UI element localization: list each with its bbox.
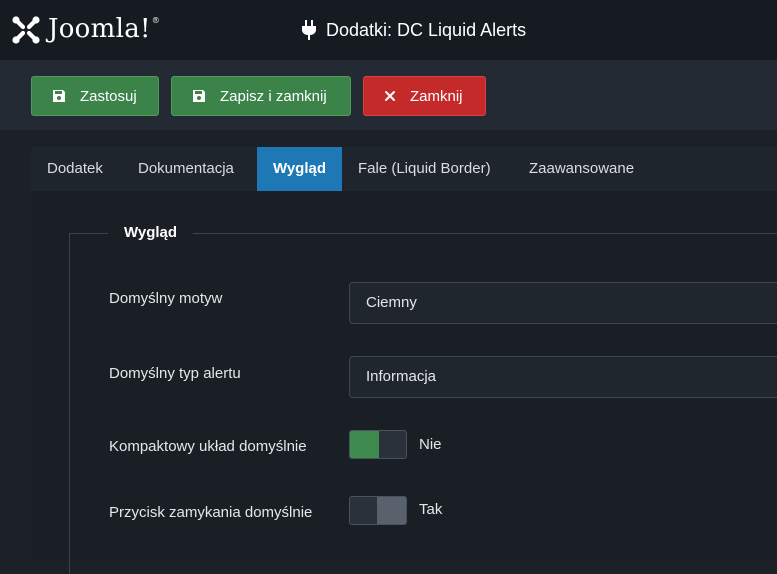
tab-fale[interactable]: Fale (Liquid Border): [358, 147, 491, 191]
joomla-logo[interactable]: Joomla!®: [10, 12, 160, 48]
close-button[interactable]: Zamknij: [363, 76, 486, 116]
plug-icon: [302, 20, 316, 40]
alert-type-label: Domyślny typ alertu: [109, 365, 241, 382]
compact-toggle[interactable]: [349, 430, 407, 459]
page-title: Dodatki: DC Liquid Alerts: [302, 18, 526, 42]
tab-dodatek[interactable]: Dodatek: [47, 147, 103, 191]
compact-label: Kompaktowy układ domyślnie: [109, 438, 307, 455]
save-close-button-label: Zapisz i zamknij: [220, 87, 327, 105]
theme-select[interactable]: Ciemny: [349, 282, 777, 324]
tab-dokumentacja[interactable]: Dokumentacja: [138, 147, 234, 191]
tab-zaawansowane[interactable]: Zaawansowane: [529, 147, 634, 191]
joomla-logo-icon: [12, 16, 40, 44]
app-header: Joomla!® Dodatki: DC Liquid Alerts: [0, 0, 777, 60]
close-button-default-toggle[interactable]: [349, 496, 407, 525]
toolbar: Zastosuj Zapisz i zamknij Zamknij: [0, 60, 777, 130]
floppy-disk-icon: [193, 90, 205, 102]
close-button-default-toggle-state: Tak: [419, 501, 443, 518]
compact-toggle-state: Nie: [419, 436, 442, 453]
alert-type-select[interactable]: Informacja: [349, 356, 777, 398]
close-button-default-label: Przycisk zamykania domyślnie: [109, 504, 313, 521]
floppy-disk-icon: [53, 90, 65, 102]
close-button-default-toggle-knob: [377, 497, 406, 524]
theme-label: Domyślny motyw: [109, 290, 223, 307]
close-icon: [385, 91, 395, 101]
compact-toggle-knob: [350, 431, 379, 458]
brand-name: Joomla!®: [48, 14, 161, 44]
save-close-button[interactable]: Zapisz i zamknij: [171, 76, 351, 116]
fieldset-legend: Wygląd: [108, 222, 194, 244]
apply-button[interactable]: Zastosuj: [31, 76, 159, 116]
close-button-label: Zamknij: [410, 87, 463, 105]
apply-button-label: Zastosuj: [80, 87, 137, 105]
tab-wyglad[interactable]: Wygląd: [257, 147, 342, 191]
page-title-text: Dodatki: DC Liquid Alerts: [326, 19, 527, 40]
